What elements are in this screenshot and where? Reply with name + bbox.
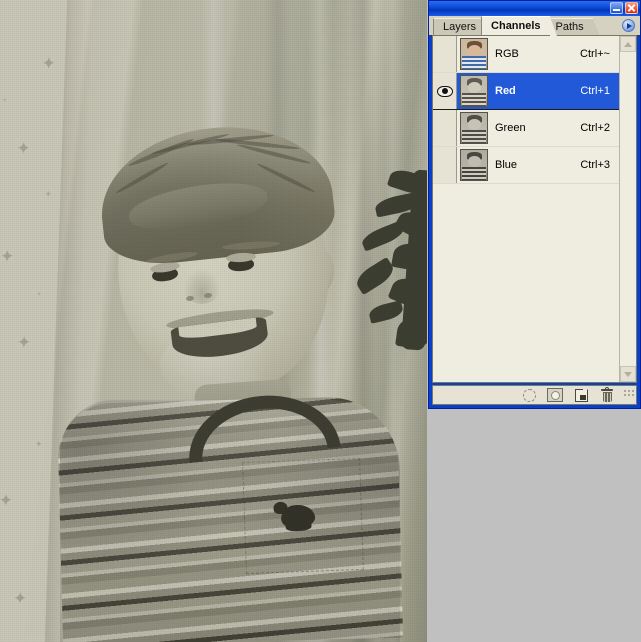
palette-bottom-toolbar (432, 385, 637, 405)
palette-titlebar[interactable] (429, 1, 640, 16)
image-canvas[interactable]: ✦ ✦ ✦ ✦ ✦ ✦ ✦ ✦ ✦ ✦ ✦ ✦ (0, 0, 427, 642)
delete-channel-button[interactable] (594, 386, 620, 404)
close-icon[interactable] (625, 2, 638, 14)
save-selection-as-channel-button[interactable] (542, 386, 568, 404)
channels-scrollbar[interactable] (619, 36, 636, 382)
channel-row-green[interactable]: Green Ctrl+2 (433, 110, 619, 147)
channel-thumbnail-red (460, 75, 488, 107)
load-channel-as-selection-icon (522, 388, 536, 402)
channel-shortcut-green: Ctrl+2 (580, 122, 610, 134)
visibility-toggle-red[interactable] (433, 73, 457, 109)
channel-shortcut-blue: Ctrl+3 (580, 159, 610, 171)
scroll-down-button[interactable] (620, 366, 636, 382)
channel-name-rgb: RGB (495, 48, 519, 60)
load-channel-as-selection-button[interactable] (516, 386, 542, 404)
tab-channels[interactable]: Channels (481, 16, 557, 36)
channel-name-blue: Blue (495, 159, 518, 171)
channels-palette-window[interactable]: Layers Channels Paths RGB Ctrl+~ Red Ctr… (428, 0, 641, 409)
tab-layers[interactable]: Layers (433, 18, 493, 36)
channel-row-rgb[interactable]: RGB Ctrl+~ (433, 36, 619, 73)
channels-list-container: RGB Ctrl+~ Red Ctrl+1 Green Ctrl+2 Blue … (432, 35, 637, 383)
save-selection-as-channel-icon (547, 388, 563, 402)
channel-thumbnail-green (460, 112, 488, 144)
chevron-up-icon (624, 41, 632, 47)
new-channel-button[interactable] (568, 386, 594, 404)
channel-row-red[interactable]: Red Ctrl+1 (433, 73, 619, 110)
delete-channel-icon (601, 387, 613, 402)
minimize-icon[interactable] (610, 2, 623, 14)
eye-icon[interactable] (436, 85, 453, 97)
resize-grip[interactable] (623, 389, 635, 401)
channel-row-blue[interactable]: Blue Ctrl+3 (433, 147, 619, 184)
channels-list: RGB Ctrl+~ Red Ctrl+1 Green Ctrl+2 Blue … (433, 36, 619, 382)
scroll-up-button[interactable] (620, 36, 636, 52)
channel-name-green: Green (495, 122, 526, 134)
palette-menu-icon[interactable] (622, 19, 635, 32)
visibility-toggle-green[interactable] (433, 110, 457, 146)
visibility-toggle-blue[interactable] (433, 147, 457, 183)
palette-tabs: Layers Channels Paths (429, 16, 640, 36)
channel-thumbnail-blue (460, 149, 488, 181)
channel-shortcut-red: Ctrl+1 (580, 85, 610, 97)
channel-name-red: Red (495, 85, 516, 97)
visibility-toggle-rgb[interactable] (433, 36, 457, 72)
chevron-down-icon (624, 371, 632, 377)
channel-shortcut-rgb: Ctrl+~ (580, 48, 610, 60)
channel-thumbnail-rgb (460, 38, 488, 70)
new-channel-icon (574, 388, 588, 402)
window-buttons (610, 2, 638, 14)
